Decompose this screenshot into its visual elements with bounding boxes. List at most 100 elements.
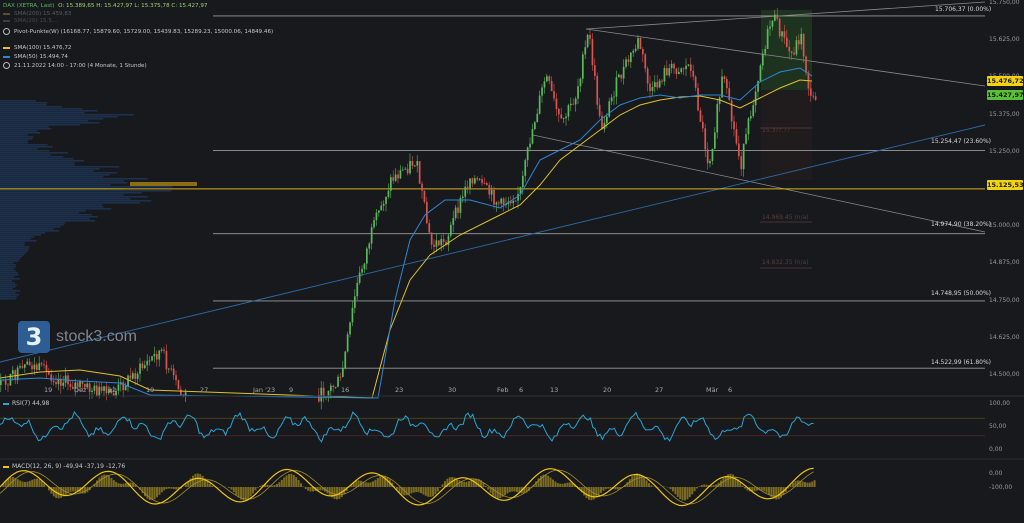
fib-label-236: 15.254,47 (23.60%) [931, 138, 992, 145]
volume-profile-bar [0, 132, 41, 134]
y-tick-label: 14.750,00 [989, 296, 1020, 304]
volume-profile-bar [0, 250, 29, 252]
candle-body [339, 376, 342, 378]
candle-body [774, 14, 776, 21]
volume-profile-bar [0, 276, 15, 278]
macd-histogram-bar [237, 487, 240, 498]
volume-profile-bar [0, 288, 13, 290]
period-label: 21.11.2022 14:00 - 17:00 (4 Monate, 1 St… [14, 63, 147, 69]
rsi-title[interactable]: RSI(7) 44,98 [3, 400, 49, 407]
macd-histogram-bar [285, 475, 288, 487]
candle-body [608, 101, 611, 117]
candle-body [685, 65, 687, 70]
macd-histogram-bar [74, 487, 77, 492]
candle-body [627, 59, 630, 63]
candle-body [55, 382, 57, 385]
candle-body [512, 200, 515, 204]
legend-period: 21.11.2022 14:00 - 17:00 (4 Monate, 1 St… [3, 62, 147, 70]
macd-histogram-bar [645, 480, 648, 487]
volume-profile-bar [0, 266, 16, 268]
candle-body [62, 382, 65, 386]
macd-histogram-bar [170, 487, 173, 489]
candle-body [151, 356, 153, 361]
volume-profile-bar [0, 236, 35, 238]
candle-body [656, 82, 659, 88]
candle-body [168, 368, 170, 370]
macd-title[interactable]: MACD(12, 26, 9) -49,94 -37,19 -12,76 [3, 463, 125, 470]
candle-body [776, 14, 779, 19]
candle-body [529, 143, 531, 148]
macd-histogram-bar [600, 487, 602, 493]
last-price-tag: 15.427,97 [987, 90, 1024, 100]
candle-body [177, 380, 180, 390]
candle-body [670, 63, 673, 69]
sma20-label: SMA(20) 15.5... [14, 18, 58, 24]
logo-text: stock3.com [56, 328, 137, 345]
macd-histogram-bar [168, 487, 170, 489]
x-tick-label: Jan '23 [253, 386, 276, 394]
candle-body [334, 386, 337, 388]
candle-body [560, 114, 563, 119]
y-tick-label: 15.250,00 [989, 147, 1020, 155]
macd-histogram-bar [511, 487, 514, 492]
volume-profile-bar [0, 160, 85, 162]
macd-histogram-bar [602, 487, 605, 491]
macd-histogram-bar [741, 485, 744, 487]
rsi-line [0, 410, 814, 443]
candle-body [378, 210, 380, 213]
sma200-label: SMA(200) 15.459,83 [14, 11, 72, 17]
volume-profile-bar [0, 136, 34, 138]
macd-histogram-bar [547, 475, 550, 487]
macd-histogram-bar [441, 484, 444, 487]
macd-histogram-bar [693, 487, 696, 492]
candle-body [728, 88, 731, 101]
volume-profile-bar [0, 184, 111, 186]
candle-body [704, 128, 707, 150]
candle-body [428, 223, 431, 233]
macd-histogram-bar [309, 487, 312, 492]
y-tick-label: 15.625,00 [989, 36, 1020, 44]
legend-sma200[interactable]: SMA(200) 15.459,83 [3, 11, 72, 18]
volume-profile-bar [0, 110, 98, 112]
legend-sma100[interactable]: SMA(100) 15.476,72 [3, 45, 72, 52]
macd-histogram-bar [302, 486, 305, 487]
macd-histogram-bar [499, 487, 502, 499]
macd-histogram-bar [26, 481, 29, 487]
macd-histogram-bar [432, 487, 434, 497]
candle-body [500, 198, 503, 204]
macd-histogram-bar [669, 487, 672, 490]
candle-body [481, 179, 483, 184]
candle-body [466, 186, 469, 189]
candle-body [471, 178, 474, 184]
candle-body [790, 51, 793, 53]
legend-pivot[interactable]: Pivot-Punkte(W) (16168.77, 15879.60, 157… [3, 28, 273, 36]
macd-histogram-bar [705, 484, 708, 487]
candle-body [342, 368, 344, 377]
candle-body [709, 161, 711, 164]
candle-body [536, 113, 539, 123]
candle-body [136, 373, 139, 379]
price-chart[interactable] [0, 0, 1024, 523]
candle-body [117, 384, 120, 391]
volume-profile-bar [0, 234, 42, 236]
candle-body [450, 224, 452, 236]
legend-sma50[interactable]: SMA(50) 15.494,74 [3, 54, 68, 61]
faded-fib-label-3: 14.832.35 (n/a) [762, 259, 809, 266]
volume-profile-bar [0, 242, 25, 244]
candle-body [646, 68, 649, 84]
volume-profile-bar [0, 120, 89, 122]
volume-profile-bar [0, 150, 50, 152]
macd-histogram-bar [259, 485, 262, 487]
legend-sma20[interactable]: SMA(20) 15.5... [3, 18, 57, 25]
volume-profile-bar [0, 256, 23, 258]
candle-body [721, 76, 723, 98]
macd-histogram-bar [283, 477, 286, 487]
candle-body [344, 351, 347, 369]
candle-body [124, 385, 127, 391]
volume-profile-bar [0, 286, 16, 288]
candle-body [548, 76, 551, 81]
candle-body [170, 368, 173, 370]
candle-body [541, 87, 543, 96]
candle-body [579, 78, 582, 87]
candle-body [457, 207, 459, 213]
